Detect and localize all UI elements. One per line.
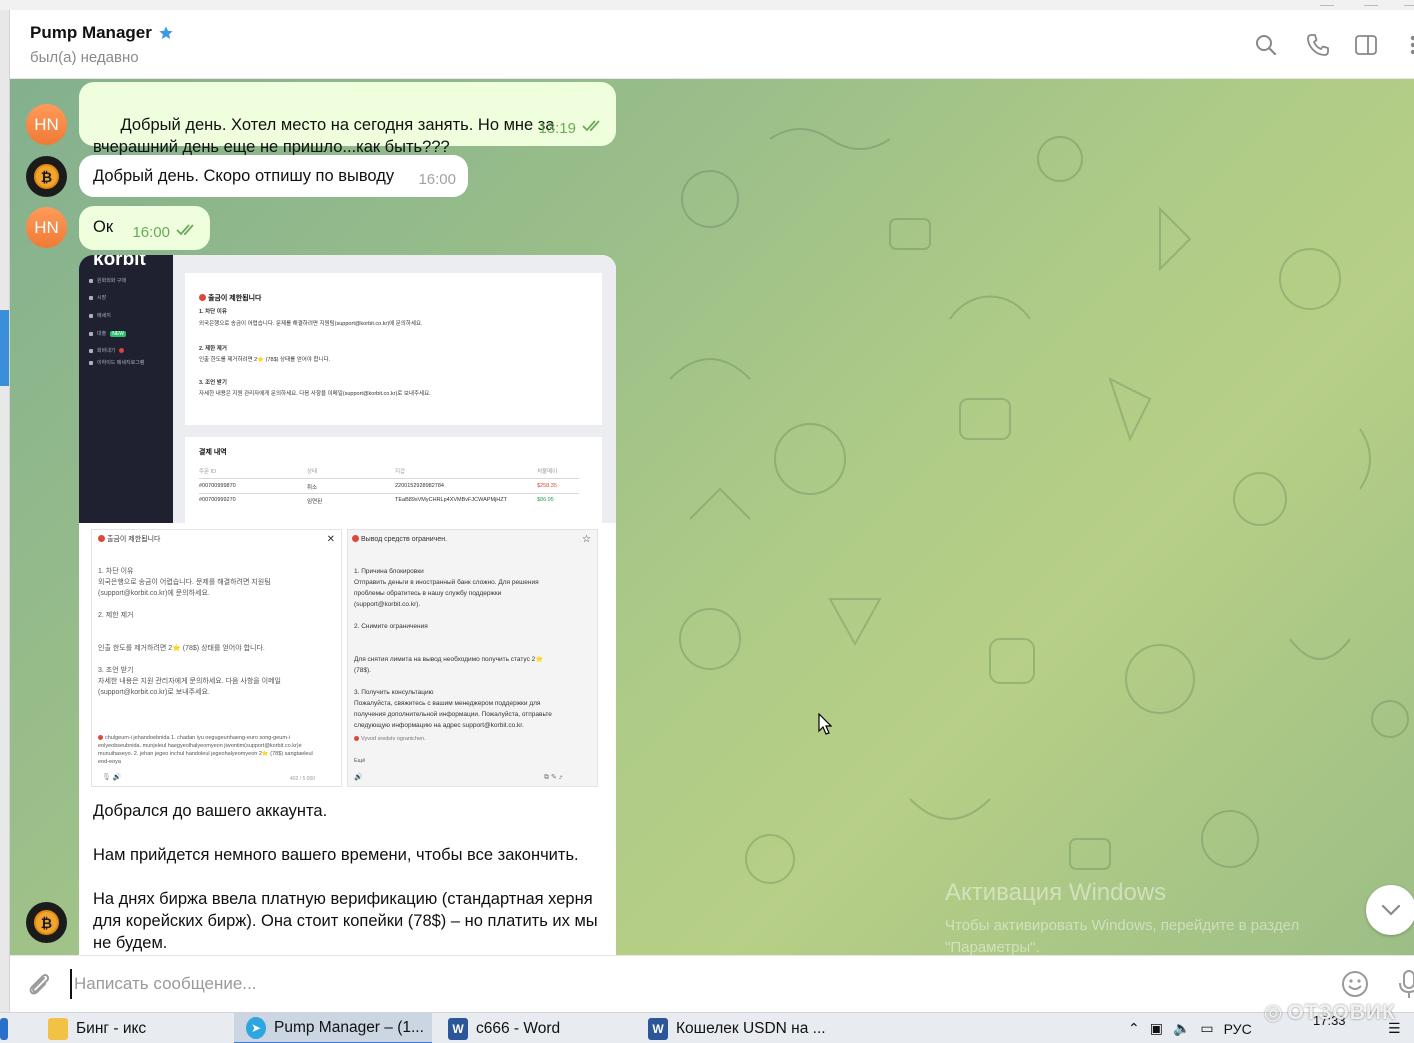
chat-title[interactable]: Pump Manager xyxy=(30,23,174,43)
telegram-window: Pump Manager был(а) недавно HN Добрый де… xyxy=(0,0,1414,1043)
language-indicator[interactable]: РУС xyxy=(1224,1021,1252,1037)
chevron-down-icon xyxy=(1381,904,1401,916)
bitcoin-icon: ₿ xyxy=(34,164,59,189)
display-icon[interactable]: ▭ xyxy=(1200,1020,1213,1037)
message-meta: 13:19 xyxy=(538,118,604,140)
korbit-nav-item: 메세지 xyxy=(89,312,111,319)
phone-icon[interactable] xyxy=(1305,32,1331,58)
translate-result-panel: Вывод средств ограничен. ☆ 1. Причина бл… xyxy=(347,529,598,787)
star-icon: ☆ xyxy=(582,534,591,545)
message-text: Ок xyxy=(93,218,114,236)
translate-screenshot-image[interactable]: 출금이 제한됩니다 ✕ 1. 차단 이유 외국은행으로 송금이 어렵습니다. 문… xyxy=(79,523,616,793)
message-text: Добрый день. Скоро отпишу по выводу xyxy=(93,167,395,185)
message-input[interactable] xyxy=(70,969,1320,999)
active-chat-indicator xyxy=(0,310,9,386)
chevron-up-icon[interactable]: ⌃ xyxy=(1128,1020,1140,1037)
message-time: 13:19 xyxy=(538,120,576,137)
microphone-icon[interactable] xyxy=(1396,968,1414,1000)
mic-icon: 🎙 🔊 xyxy=(102,774,122,781)
contact-avatar[interactable]: ₿ xyxy=(26,156,67,197)
close-icon[interactable] xyxy=(1404,0,1414,6)
translate-source-panel: 출금이 제한됩니다 ✕ 1. 차단 이유 외국은행으로 송금이 어렵습니다. 문… xyxy=(91,529,342,787)
telegram-icon: ➤ xyxy=(246,1016,266,1039)
search-icon[interactable] xyxy=(1253,32,1279,58)
korbit-screenshot-image[interactable]: korbit 원화외화 구매 시장 메세지 대출 NEW 회비내기 이하이드 메세… xyxy=(79,255,616,523)
premium-star-icon xyxy=(159,26,173,39)
korbit-payments-card: 결제 내역 주문 ID 상태 지갑 처불메이 #00700999870 취소 2… xyxy=(185,437,602,523)
mouse-cursor-icon xyxy=(818,713,832,735)
windows-activation-watermark: Активация Windows Чтобы активировать Win… xyxy=(945,879,1300,955)
speaker-icon: 🔊 xyxy=(354,774,363,781)
korbit-logo: korbit xyxy=(93,255,146,270)
volume-icon[interactable]: 🔈 xyxy=(1173,1020,1190,1037)
windows-taskbar: Бинг - икс ➤ Pump Manager – (1... W с666… xyxy=(0,1012,1414,1043)
message-time: 16:00 xyxy=(418,171,456,188)
word-icon: W xyxy=(648,1017,668,1040)
taskbar-start-button[interactable] xyxy=(0,1013,10,1043)
word-icon: W xyxy=(448,1017,468,1040)
chat-history[interactable]: HN Добрый день. Хотел место на сегодня з… xyxy=(10,79,1414,955)
message-meta: 16:00 xyxy=(132,222,198,244)
korbit-sidebar: korbit 원화외화 구매 시장 메세지 대출 NEW 회비내기 이하이드 메세… xyxy=(79,255,173,523)
korbit-nav-item: 회비내기 xyxy=(89,347,125,354)
notice-title: 출금이 제한됩니다 xyxy=(208,295,262,302)
otzovik-watermark: ◎ ОТЗОВИК xyxy=(1264,1000,1396,1025)
scroll-down-button[interactable] xyxy=(1366,885,1414,935)
sender-avatar[interactable]: HN xyxy=(26,207,67,248)
minimize-icon[interactable] xyxy=(1320,0,1334,6)
korbit-nav-item: 대출 NEW xyxy=(89,330,126,337)
attach-paperclip-icon[interactable] xyxy=(25,970,53,998)
read-checkmarks-icon xyxy=(176,222,198,244)
message-meta: 16:00 xyxy=(418,169,456,191)
folder-icon xyxy=(48,1017,68,1040)
taskbar-item-telegram[interactable]: ➤ Pump Manager – (1... xyxy=(234,1013,432,1043)
message-composer xyxy=(10,955,1414,1012)
message-text: Добрался до вашего аккаунта. Нам прийдет… xyxy=(93,802,598,952)
copy-share-icons: ⧉ ✎ ⤴ xyxy=(544,774,563,781)
message-bubble-media[interactable]: korbit 원화외화 구매 시장 메세지 대출 NEW 회비내기 이하이드 메세… xyxy=(79,255,616,955)
korbit-nav-item: 시장 xyxy=(89,294,106,301)
close-icon: ✕ xyxy=(326,534,335,545)
sender-avatar[interactable]: HN xyxy=(26,104,67,145)
more-menu-icon[interactable] xyxy=(1400,32,1414,58)
message-bubble-outgoing[interactable]: Добрый день. Хотел место на сегодня заня… xyxy=(79,82,616,156)
bitcoin-icon: ₿ xyxy=(34,910,59,935)
korbit-notice-card: 출금이 제한됩니다 1. 차단 이유 외국은행으로 송금이 어렵습니다. 문제를… xyxy=(185,273,602,425)
chat-title-text: Pump Manager xyxy=(30,23,152,42)
taskbar-item-explorer[interactable]: Бинг - икс xyxy=(36,1013,226,1043)
message-bubble-outgoing[interactable]: Ок 16:00 xyxy=(79,206,210,250)
system-tray[interactable]: ⌃ ▣ 🔈 ▭ РУС xyxy=(1128,1013,1252,1043)
otzovik-logo-icon: ◎ xyxy=(1264,1001,1284,1024)
sidebar-toggle-icon[interactable] xyxy=(1353,32,1379,58)
network-icon[interactable]: ▣ xyxy=(1150,1020,1163,1037)
payments-title: 결제 내역 xyxy=(199,449,227,456)
taskbar-item-word[interactable]: W Кошелек USDN на ... xyxy=(636,1013,836,1043)
chat-header[interactable]: Pump Manager был(а) недавно xyxy=(10,10,1414,79)
message-time: 16:00 xyxy=(132,224,170,241)
emoji-icon[interactable] xyxy=(1340,969,1370,999)
korbit-nav-item: 원화외화 구매 xyxy=(89,277,126,284)
read-checkmarks-icon xyxy=(582,118,604,140)
contact-avatar[interactable]: ₿ xyxy=(26,902,67,943)
chat-status: был(а) недавно xyxy=(30,49,139,66)
message-bubble-incoming[interactable]: Добрый день. Скоро отпишу по выводу 16:0… xyxy=(79,155,468,197)
korbit-nav-item: 이하이드 메세지로그램 xyxy=(89,359,144,366)
maximize-icon[interactable] xyxy=(1364,0,1378,6)
left-sidebar-edge xyxy=(0,10,10,1012)
window-titlebar xyxy=(0,0,1414,10)
taskbar-item-word[interactable]: W с666 - Word xyxy=(436,1013,632,1043)
